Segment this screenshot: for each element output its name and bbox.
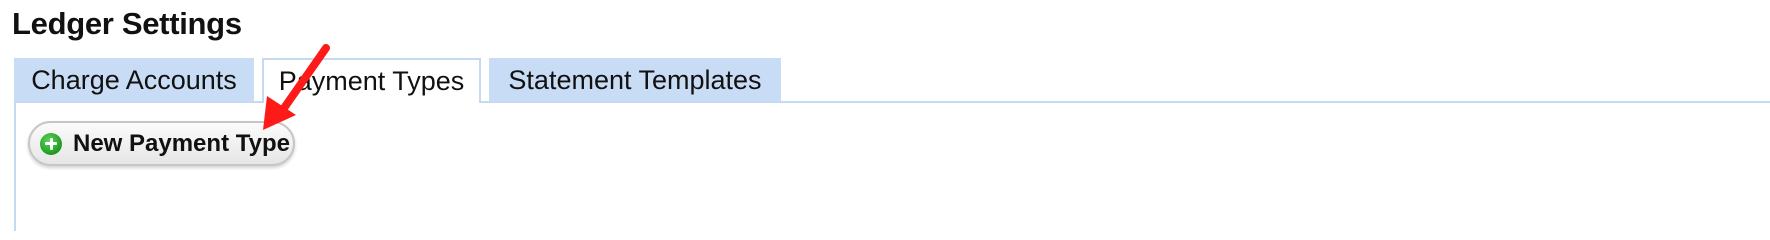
ledger-settings-page: Ledger Settings Charge Accounts Payment … — [0, 0, 1770, 231]
plus-circle-icon — [40, 132, 62, 155]
tab-label: Charge Accounts — [31, 64, 237, 95]
new-payment-type-button[interactable]: New Payment Type — [28, 121, 295, 166]
tab-bar: Charge Accounts Payment Types Statement … — [14, 58, 789, 103]
tab-label: Payment Types — [278, 66, 465, 96]
tab-payment-types[interactable]: Payment Types — [262, 58, 481, 103]
new-payment-type-label: New Payment Type — [73, 129, 290, 157]
tab-content-panel — [14, 101, 1770, 231]
page-title: Ledger Settings — [12, 6, 242, 41]
tab-statement-templates[interactable]: Statement Templates — [489, 58, 781, 102]
tab-charge-accounts[interactable]: Charge Accounts — [14, 58, 254, 102]
tab-label: Statement Templates — [508, 64, 762, 95]
